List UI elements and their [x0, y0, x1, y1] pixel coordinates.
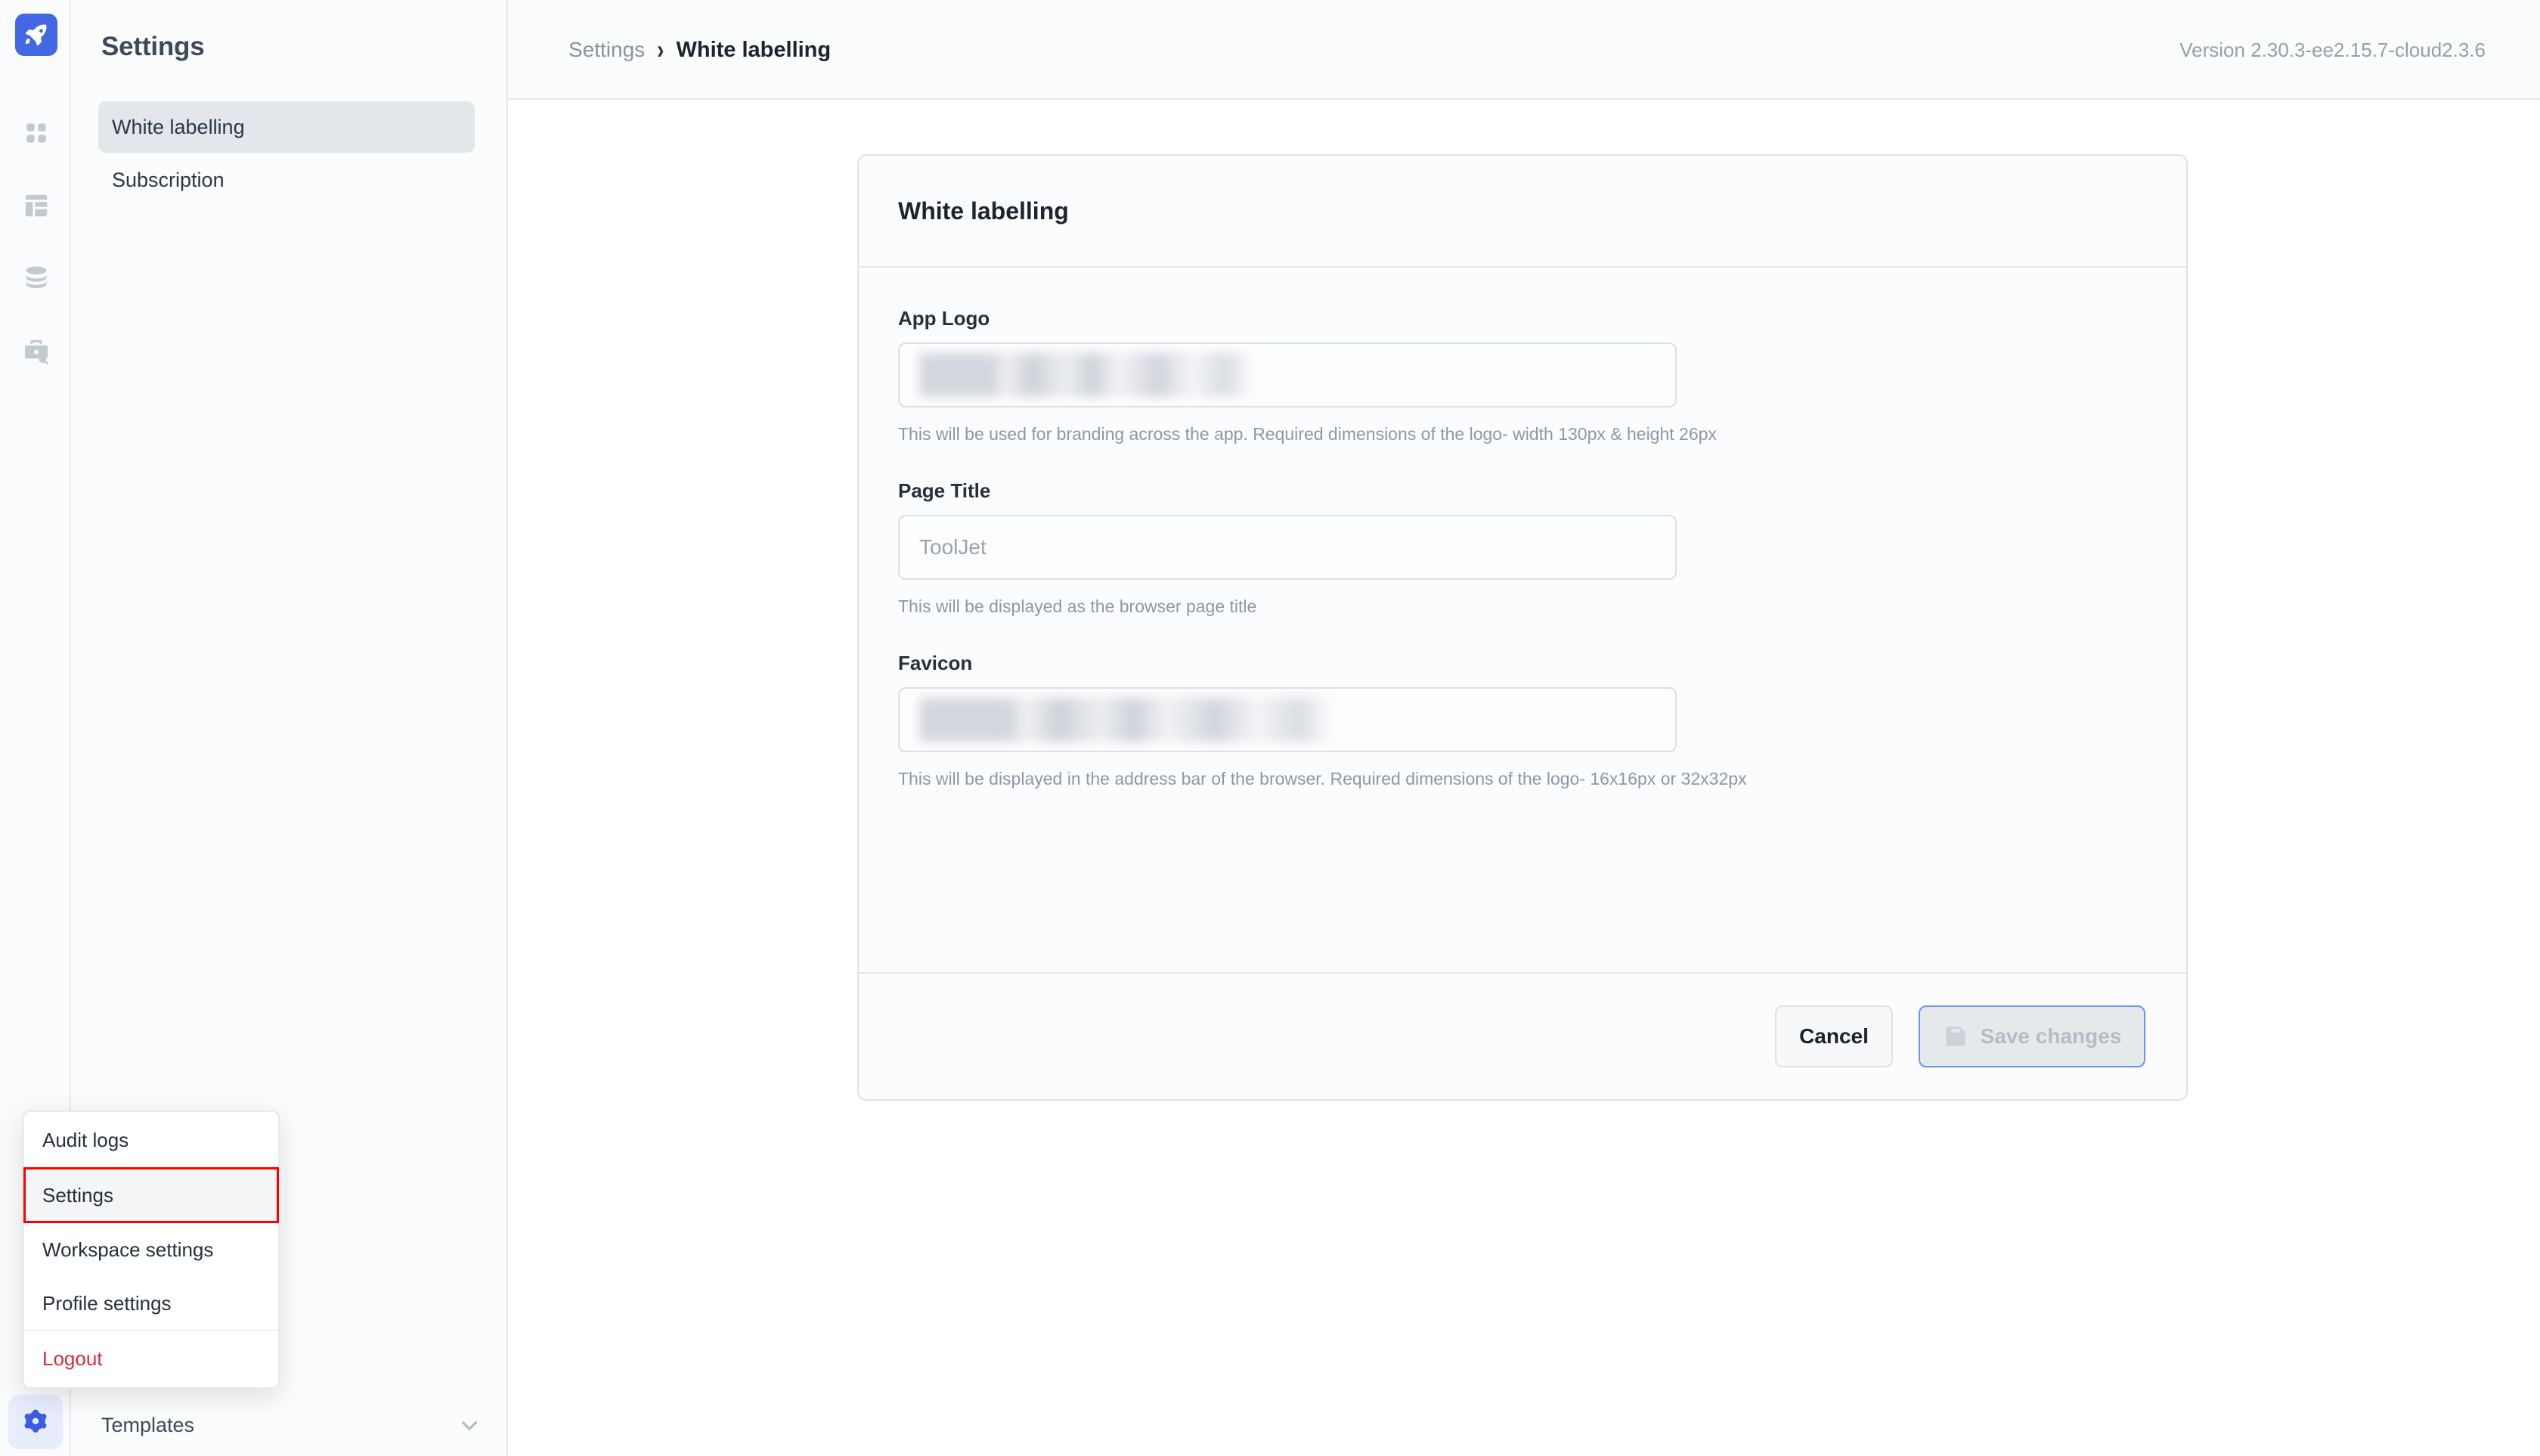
sidebar-item-subscription[interactable]: Subscription — [98, 154, 475, 206]
menu-item-settings[interactable]: Settings — [23, 1167, 279, 1223]
field-label: App Logo — [898, 307, 990, 330]
page-title-input[interactable]: ToolJet — [898, 515, 1677, 580]
save-disk-icon — [1943, 1024, 1968, 1049]
redacted-value — [919, 353, 1252, 397]
sidebar-nav: White labelling Subscription — [98, 101, 475, 207]
version-label: Version 2.30.3-ee2.15.7-cloud2.3.6 — [2179, 38, 2486, 61]
sidebar-title: Settings — [101, 32, 205, 61]
menu-item-profile-settings[interactable]: Profile settings — [24, 1277, 278, 1331]
menu-item-logout[interactable]: Logout — [24, 1331, 278, 1386]
card-footer: Cancel Save changes — [859, 972, 2186, 1099]
menu-item-label: Workspace settings — [42, 1238, 214, 1261]
breadcrumb-current: White labelling — [676, 37, 832, 62]
gear-icon — [20, 1407, 51, 1437]
chevron-right-icon: › — [657, 35, 664, 64]
database-icon — [22, 264, 51, 293]
workspace-constants-icon — [22, 336, 51, 365]
field-favicon: Favicon This will be displayed in the ad… — [898, 652, 2147, 789]
field-page-title: Page Title ToolJet This will be displaye… — [898, 479, 2147, 617]
breadcrumb: Settings › White labelling — [568, 0, 831, 100]
sidebar-item-label: White labelling — [112, 115, 245, 138]
field-help-text: This will be displayed in the address ba… — [898, 769, 1747, 788]
field-label: Favicon — [898, 652, 973, 674]
card-body: App Logo This will be used for branding … — [859, 268, 2186, 1024]
field-help-text: This will be displayed as the browser pa… — [898, 596, 1257, 616]
menu-item-label: Logout — [42, 1346, 103, 1370]
rocket-logo-button[interactable] — [15, 14, 57, 56]
sidebar-item-white-labelling[interactable]: White labelling — [98, 101, 475, 153]
page-title: White labelling — [898, 197, 1069, 225]
field-app-logo: App Logo This will be used for branding … — [898, 307, 2147, 445]
menu-item-label: Settings — [42, 1183, 113, 1207]
sidebar-item-dashboard[interactable] — [15, 184, 57, 227]
favicon-input[interactable] — [898, 687, 1677, 752]
rocket-icon — [23, 22, 49, 48]
main-content: White labelling App Logo This will be us… — [508, 100, 2540, 1456]
templates-label: Templates — [101, 1414, 195, 1436]
dashboard-layout-icon — [22, 191, 51, 220]
sidebar-item-apps[interactable] — [15, 112, 57, 154]
card-header: White labelling — [859, 156, 2186, 268]
menu-item-label: Audit logs — [42, 1128, 129, 1151]
sidebar-item-label: Subscription — [112, 168, 225, 191]
settings-popup-menu: Audit logs Settings Workspace settings P… — [23, 1111, 280, 1389]
redacted-value — [919, 698, 1331, 742]
chevron-down-icon[interactable] — [457, 1413, 482, 1439]
apps-grid-icon — [22, 119, 51, 147]
app-logo-input[interactable] — [898, 342, 1677, 407]
settings-gear-button[interactable] — [8, 1395, 63, 1449]
cancel-button-label: Cancel — [1799, 1024, 1869, 1048]
field-help-text: This will be used for branding across th… — [898, 424, 1717, 444]
menu-item-label: Profile settings — [42, 1291, 172, 1315]
sidebar-item-workspace-constants[interactable] — [15, 330, 57, 372]
menu-item-audit-logs[interactable]: Audit logs — [24, 1114, 278, 1168]
save-changes-button[interactable]: Save changes — [1919, 1005, 2145, 1067]
page-title-placeholder: ToolJet — [919, 535, 987, 559]
save-button-label: Save changes — [1980, 1024, 2122, 1048]
cancel-button[interactable]: Cancel — [1775, 1005, 1893, 1067]
menu-item-workspace-settings[interactable]: Workspace settings — [24, 1222, 278, 1277]
sidebar-item-database[interactable] — [15, 257, 57, 299]
white-labelling-card: White labelling App Logo This will be us… — [857, 154, 2188, 1101]
breadcrumb-root-link[interactable]: Settings — [568, 38, 645, 62]
templates-bar[interactable]: Templates — [71, 1395, 508, 1456]
app-root: Settings White labelling Subscription Se… — [0, 0, 2540, 1456]
top-header-bar: Settings › White labelling Version 2.30.… — [508, 0, 2540, 100]
field-label: Page Title — [898, 479, 991, 502]
